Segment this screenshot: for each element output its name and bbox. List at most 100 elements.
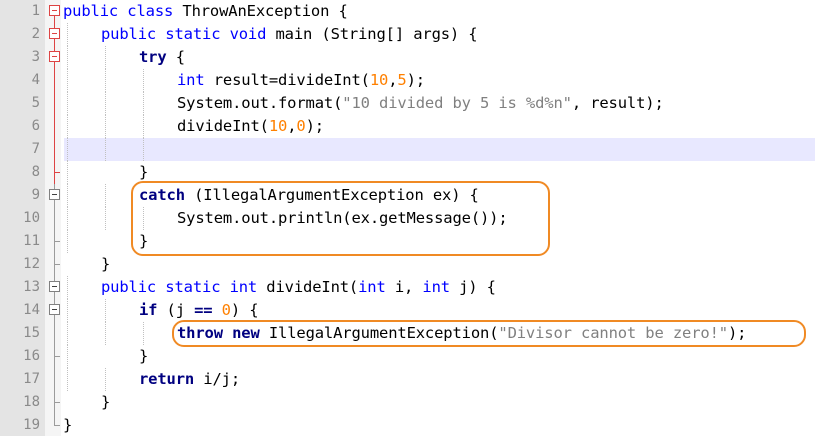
fold-guide bbox=[49, 230, 61, 253]
code-token: i, bbox=[385, 278, 423, 296]
code-token: static bbox=[165, 25, 221, 43]
indent-guide bbox=[105, 138, 106, 161]
indent-guide bbox=[143, 138, 144, 161]
code-line[interactable]: divideInt(10,0); bbox=[177, 115, 324, 138]
fold-toggle-icon[interactable] bbox=[49, 46, 61, 69]
code-token: 0 bbox=[296, 117, 306, 135]
code-token: int bbox=[177, 71, 205, 89]
fold-guide bbox=[49, 207, 61, 230]
indent-guide bbox=[105, 69, 106, 92]
indent-guide bbox=[67, 46, 68, 69]
indent-guide bbox=[105, 92, 106, 115]
code-token: 5 bbox=[397, 71, 407, 89]
line-number: 19 bbox=[23, 417, 40, 433]
code-token: i/j; bbox=[194, 370, 241, 388]
line-number: 11 bbox=[23, 233, 40, 249]
code-token: , result); bbox=[571, 94, 664, 112]
line-number: 17 bbox=[23, 371, 40, 387]
fold-guide bbox=[49, 368, 61, 391]
line-number: 15 bbox=[23, 325, 40, 341]
code-line[interactable]: } bbox=[101, 391, 110, 414]
line-number: 8 bbox=[31, 164, 40, 180]
indent-guide bbox=[67, 115, 68, 138]
code-token: if bbox=[139, 301, 158, 319]
code-token: divideInt( bbox=[278, 71, 370, 89]
code-token: divideInt( bbox=[177, 117, 269, 135]
code-token: j) { bbox=[449, 278, 496, 296]
code-token: public bbox=[101, 25, 157, 43]
indent-guide bbox=[143, 115, 144, 138]
line-number: 13 bbox=[23, 279, 40, 295]
fold-guide bbox=[49, 345, 61, 368]
catch-block-callout bbox=[131, 181, 550, 256]
code-token: class bbox=[127, 2, 174, 20]
fold-guide bbox=[49, 69, 61, 92]
indent-guide bbox=[143, 322, 144, 345]
code-token: int bbox=[358, 278, 386, 296]
indent-guide bbox=[67, 276, 68, 299]
line-number: 6 bbox=[31, 118, 40, 134]
fold-guide bbox=[49, 115, 61, 138]
code-token: 10 bbox=[268, 117, 288, 135]
indent-guide bbox=[67, 368, 68, 391]
indent-guide bbox=[105, 115, 106, 138]
code-editor[interactable]: public class ThrowAnException {public st… bbox=[0, 0, 815, 436]
fold-guide bbox=[49, 322, 61, 345]
code-token: 10 bbox=[369, 71, 389, 89]
code-token: } bbox=[139, 163, 149, 181]
code-token: int bbox=[422, 278, 450, 296]
indent-guide bbox=[67, 230, 68, 253]
code-line[interactable]: System.out.format("10 divided by 5 is %d… bbox=[177, 92, 664, 115]
code-token: 0 bbox=[221, 301, 231, 319]
code-token: } bbox=[101, 255, 111, 273]
line-number: 5 bbox=[31, 95, 40, 111]
fold-toggle-icon[interactable] bbox=[49, 276, 61, 299]
indent-guide bbox=[67, 345, 68, 368]
code-line[interactable]: } bbox=[101, 253, 110, 276]
indent-guide bbox=[67, 207, 68, 230]
code-token: public bbox=[101, 278, 157, 296]
code-token: == bbox=[194, 301, 213, 319]
indent-guide bbox=[105, 184, 106, 207]
code-token: main (String[] args) { bbox=[266, 25, 478, 43]
indent-guide bbox=[105, 368, 106, 391]
fold-guide bbox=[49, 414, 61, 437]
code-line[interactable]: try { bbox=[139, 46, 185, 69]
code-line[interactable]: return i/j; bbox=[139, 368, 240, 391]
indent-guide bbox=[105, 46, 106, 69]
code-token: return bbox=[139, 370, 195, 388]
code-token: static bbox=[165, 278, 221, 296]
code-line[interactable]: public static int divideInt(int i, int j… bbox=[101, 276, 496, 299]
code-line[interactable]: if (j == 0) { bbox=[139, 299, 259, 322]
code-token: ) { bbox=[230, 301, 259, 319]
indent-guide bbox=[67, 184, 68, 207]
code-line[interactable]: } bbox=[139, 345, 148, 368]
fold-toggle-icon[interactable] bbox=[49, 184, 61, 207]
current-line-highlight bbox=[64, 138, 815, 161]
fold-guide bbox=[49, 92, 61, 115]
indent-guide bbox=[105, 299, 106, 322]
code-token: result= bbox=[204, 71, 279, 89]
line-number: 14 bbox=[23, 302, 40, 318]
fold-toggle-icon[interactable] bbox=[49, 23, 61, 46]
code-line[interactable]: } bbox=[63, 414, 72, 437]
code-line[interactable]: int result=divideInt(10,5); bbox=[177, 69, 425, 92]
indent-guide bbox=[67, 92, 68, 115]
fold-toggle-icon[interactable] bbox=[49, 299, 61, 322]
code-token: try bbox=[139, 48, 167, 66]
fold-toggle-icon[interactable] bbox=[49, 0, 61, 23]
code-token: , bbox=[287, 117, 297, 135]
code-line[interactable]: public class ThrowAnException { bbox=[63, 0, 348, 23]
fold-guide bbox=[49, 253, 61, 276]
code-token: { bbox=[166, 48, 185, 66]
code-token: (j bbox=[157, 301, 195, 319]
line-number: 10 bbox=[23, 210, 40, 226]
code-token: } bbox=[63, 416, 73, 434]
code-line[interactable]: public static void main (String[] args) … bbox=[101, 23, 478, 46]
